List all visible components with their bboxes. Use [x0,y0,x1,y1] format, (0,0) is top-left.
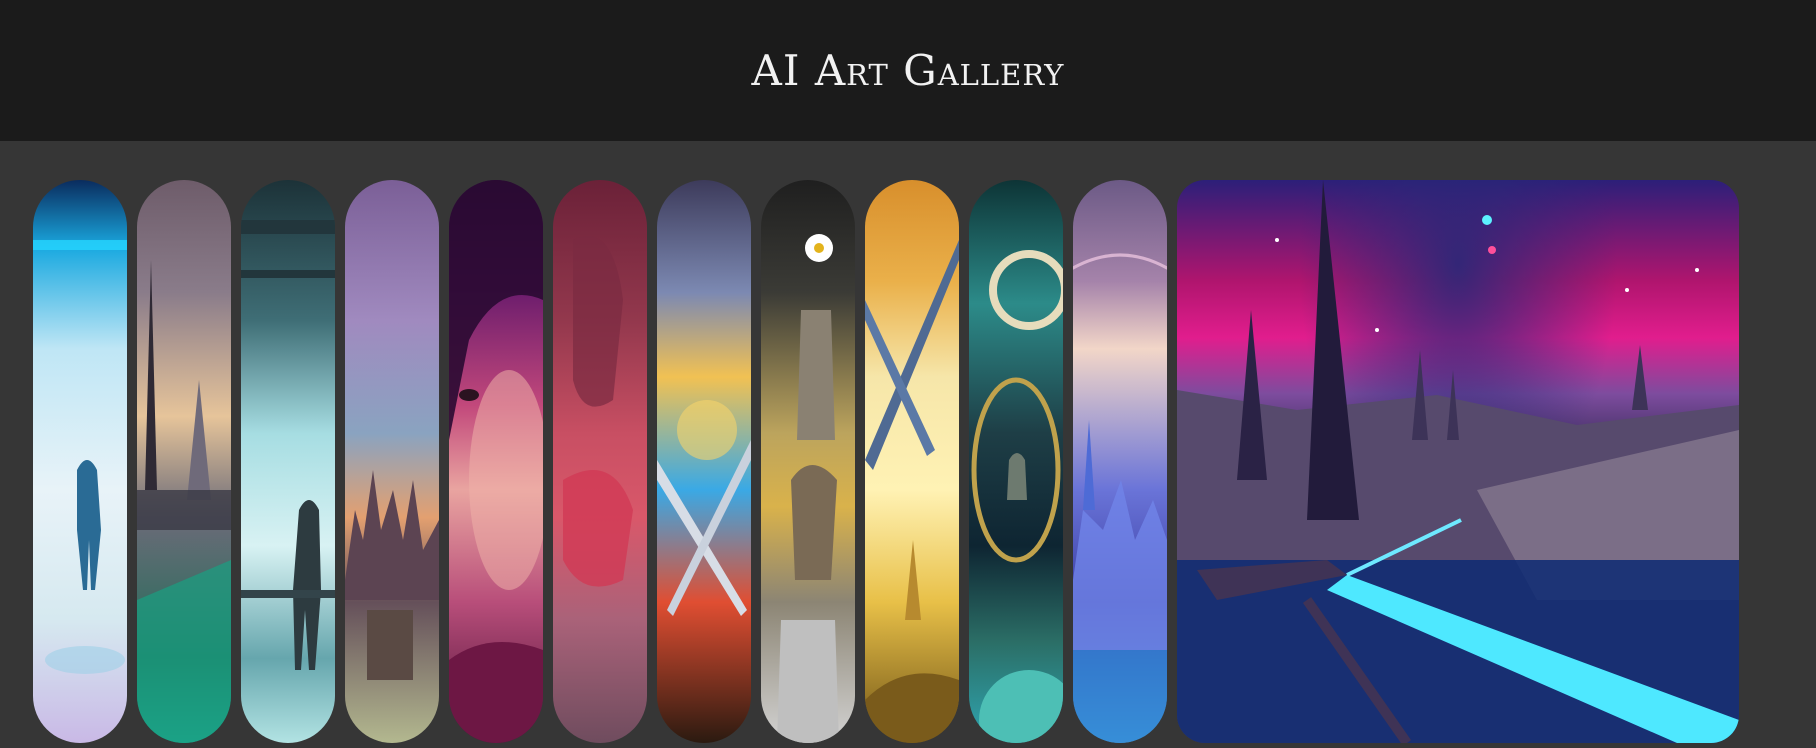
page-header: AI Art Gallery [0,0,1816,141]
gallery-panel-6[interactable] [553,180,647,743]
panel-12-art [1177,180,1739,743]
gallery-panel-3[interactable] [241,180,335,743]
page-title: AI Art Gallery [751,46,1065,95]
panel-2-art [137,260,231,743]
panel-6-art [563,236,633,587]
panel-11-art [1073,253,1167,743]
panel-7-art [657,400,751,616]
panel-4-art [345,470,439,680]
gallery-panel-4[interactable] [345,180,439,743]
panel-5-art [449,180,543,743]
gallery-panel-2[interactable] [137,180,231,743]
gallery-panel-1[interactable] [33,180,127,743]
gallery-panel-12[interactable] [1177,180,1739,743]
panel-3-art [241,220,335,670]
panel-9-art [865,240,959,743]
gallery-panel-10[interactable] [969,180,1063,743]
panel-1-art [33,240,127,674]
panel-10-art [971,250,1063,743]
gallery-panel-11[interactable] [1073,180,1167,743]
gallery-strip [33,180,1739,743]
gallery-panel-8[interactable] [761,180,855,743]
gallery-panel-7[interactable] [657,180,751,743]
panel-8-art [777,234,839,743]
gallery-panel-5[interactable] [449,180,543,743]
gallery-panel-9[interactable] [865,180,959,743]
